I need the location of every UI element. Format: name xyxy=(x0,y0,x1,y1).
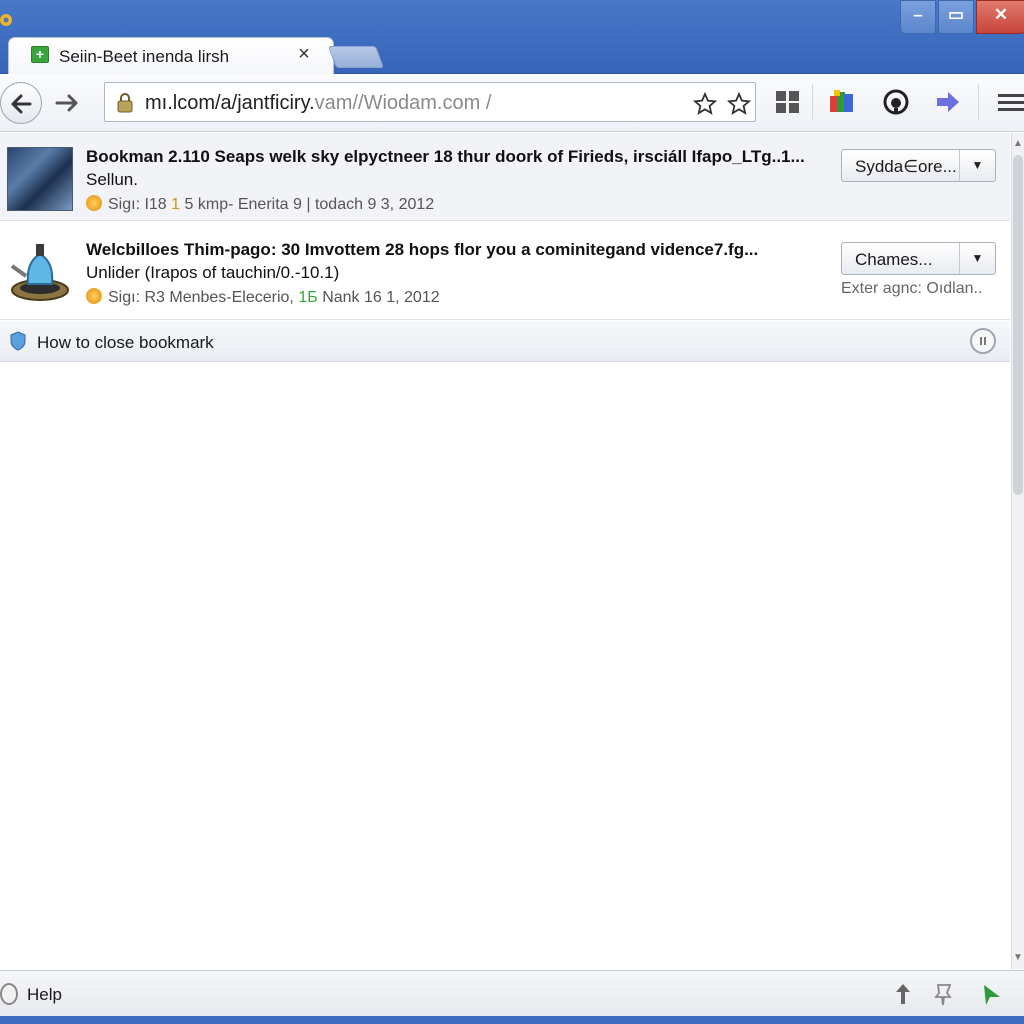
dropdown-label: Chames... xyxy=(855,250,933,269)
meta-suffix: todach 9 3, 2012 xyxy=(314,196,435,213)
star-outline-icon[interactable] xyxy=(727,92,751,116)
menu-icon[interactable] xyxy=(996,88,1024,116)
grid-icon[interactable] xyxy=(774,88,802,116)
bookmark-meta: Sigı: R3 Menbes-Elecerio, 1Б Nank 16 1, … xyxy=(86,288,440,307)
upload-icon[interactable] xyxy=(890,981,916,1007)
new-tab-button[interactable] xyxy=(327,46,385,68)
tab-title: Seiin-Beet inenda lirsh xyxy=(59,47,230,66)
close-window-button[interactable]: ✕ xyxy=(976,0,1024,34)
bookmark-subtitle: Sellun. xyxy=(86,170,138,189)
list-item[interactable]: Welcbilloes Thim-pago: 30 Imvottem 28 ho… xyxy=(0,222,1010,320)
maximize-button[interactable]: ▭ xyxy=(938,0,974,34)
app-icon xyxy=(0,14,12,26)
tab-close-icon[interactable]: × xyxy=(293,43,315,65)
extension-icon[interactable] xyxy=(828,88,856,116)
bookmark-title[interactable]: Welcbilloes Thim-pago: 30 Imvottem 28 ho… xyxy=(86,240,758,260)
status-dot-icon xyxy=(86,195,102,211)
bookmark-action-dropdown[interactable]: Chames... ▼ xyxy=(841,242,996,275)
bookmark-title[interactable]: Bookman 2.110 Seaps welk sky elpyctneer … xyxy=(86,147,805,167)
bookmark-meta: Sigı: I18 1 5 kmp- Enerita 9 | todach 9 … xyxy=(86,195,434,214)
minimize-button[interactable]: – xyxy=(900,0,936,34)
close-icon: ✕ xyxy=(993,5,1009,24)
dropdown-label: Sydda∈ore... xyxy=(855,157,957,176)
info-bar: How to close bookmark xyxy=(0,321,1010,362)
title-bar: + Seiin-Beet inenda lirsh × – ▭ ✕ xyxy=(0,0,1024,75)
bookmark-note: Exter agnc: Oıdlan.. xyxy=(841,280,983,297)
status-dot-icon xyxy=(86,288,102,304)
status-bar: Help xyxy=(0,970,1024,1016)
chevron-down-icon: ▼ xyxy=(959,150,995,181)
url-path: vam//Wiodam.com / xyxy=(314,92,492,114)
window-bottom-border xyxy=(0,1016,1024,1024)
meta-accent: 1 xyxy=(171,196,181,213)
meta-accent: Menbes-Elecerio, xyxy=(169,289,294,306)
maximize-icon: ▭ xyxy=(947,5,965,24)
bookmark-subtitle: Unlider (Irapos of tauchin/0.-10.1) xyxy=(86,263,340,282)
pin-icon[interactable] xyxy=(930,981,956,1007)
chevron-down-icon: ▼ xyxy=(959,243,995,274)
scrollbar-thumb[interactable] xyxy=(1013,155,1023,495)
page-favicon-icon: + xyxy=(31,46,49,63)
scroll-down-icon[interactable]: ▼ xyxy=(1013,952,1023,964)
scroll-up-icon[interactable]: ▲ xyxy=(1013,138,1023,150)
navigation-toolbar: mı.lcom/a/jantficiry.vam//Wiodam.com / xyxy=(0,74,1024,132)
info-bar-text[interactable]: How to close bookmark xyxy=(37,333,214,353)
close-icon xyxy=(980,337,986,345)
meta-prefix: Sigı: I18 xyxy=(108,196,167,213)
meta-middle: 5 kmp- Enerita 9 | xyxy=(184,196,311,213)
url-host: mı.lcom/a/jantficiry. xyxy=(145,92,315,114)
play-icon[interactable] xyxy=(978,981,1004,1007)
minimize-icon: – xyxy=(913,5,923,24)
meta-prefix: Sigı: R3 xyxy=(108,289,165,306)
arrow-right-icon[interactable] xyxy=(934,88,962,116)
meta-middle: 1Б xyxy=(298,289,318,306)
meta-suffix: Nank 16 1, 2012 xyxy=(322,289,440,306)
help-link[interactable]: Help xyxy=(27,985,62,1005)
list-item[interactable]: Bookman 2.110 Seaps welk sky elpyctneer … xyxy=(0,133,1010,221)
bookmark-thumbnail xyxy=(10,244,69,301)
help-icon[interactable] xyxy=(0,983,18,1005)
shield-icon xyxy=(10,331,26,351)
bookmark-action-dropdown[interactable]: Sydda∈ore... ▼ xyxy=(841,149,996,182)
tab-active[interactable]: + Seiin-Beet inenda lirsh × xyxy=(8,37,334,75)
url-text[interactable]: mı.lcom/a/jantficiry.vam//Wiodam.com / xyxy=(145,92,491,115)
bookmark-thumbnail xyxy=(7,147,73,211)
info-bar-close-button[interactable] xyxy=(970,328,996,354)
lock-icon xyxy=(117,93,133,113)
back-button[interactable] xyxy=(0,82,42,124)
star-icon[interactable] xyxy=(693,92,717,116)
headset-icon[interactable] xyxy=(882,88,910,116)
address-bar[interactable]: mı.lcom/a/jantficiry.vam//Wiodam.com / xyxy=(104,82,756,122)
forward-arrow-icon[interactable] xyxy=(52,88,82,118)
toolbar-divider xyxy=(978,84,979,120)
back-arrow-icon xyxy=(11,94,32,114)
toolbar-divider xyxy=(812,84,813,120)
